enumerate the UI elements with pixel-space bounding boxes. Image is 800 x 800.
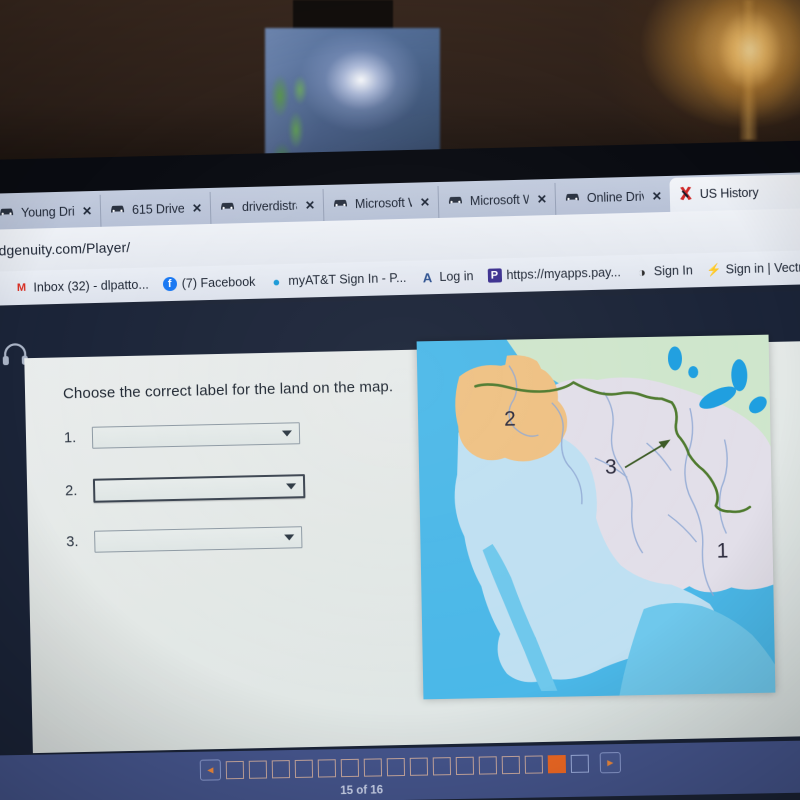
dropdown-row-2: 2. — [65, 474, 306, 503]
bookmark-label: https://myapps.pay... — [506, 265, 622, 283]
progress-square-2[interactable] — [248, 759, 268, 779]
dropdown-number: 3. — [66, 534, 79, 551]
progress-square-4[interactable] — [294, 759, 314, 778]
dropdown-row-1: 1. — [63, 422, 301, 449]
progress-square-14[interactable] — [524, 754, 544, 774]
globe-icon: ◑ — [637, 264, 646, 280]
map-label-2: 2 — [503, 407, 517, 431]
dropdown-row-3: 3. — [66, 526, 303, 553]
car-icon — [447, 194, 464, 208]
next-button[interactable]: ▶ — [599, 752, 622, 774]
atlassian-icon: A — [422, 269, 433, 285]
progress-square-1[interactable] — [225, 760, 245, 779]
map-image: 2 3 1 — [416, 334, 776, 700]
tab-close-icon[interactable]: ✕ — [537, 192, 547, 206]
bookmark-item-3[interactable]: ● myAT&T Sign In - P... — [269, 271, 406, 289]
bookmark-item-5[interactable]: P https://myapps.pay... — [487, 265, 622, 283]
label-dropdown-1[interactable] — [91, 422, 301, 449]
bookmark-item-6[interactable]: ◑ Sign In — [635, 263, 693, 279]
tab-label: 615 Driver's — [131, 201, 185, 218]
facebook-icon: f — [162, 276, 177, 292]
map-label-1: 1 — [716, 539, 729, 563]
bookmark-label: ... — [0, 281, 1, 295]
chevron-down-icon — [281, 430, 293, 437]
dropdown-number: 1. — [63, 430, 77, 447]
previous-button[interactable]: ◀ — [199, 759, 222, 781]
bookmark-item-2[interactable]: f (7) Facebook — [162, 274, 256, 292]
progress-square-11[interactable] — [455, 756, 475, 775]
map-svg — [416, 334, 776, 700]
car-icon — [564, 191, 581, 205]
screenshot-root: er's ✕ Young Drive ✕ 615 Driver's ✕ — [0, 0, 800, 800]
picture-frame-top — [293, 0, 393, 30]
dropdown-number: 2. — [65, 483, 78, 500]
tab-close-icon[interactable]: ✕ — [82, 204, 92, 218]
browser-tab-4[interactable]: Microsoft W ✕ — [322, 185, 439, 221]
progress-square-12[interactable] — [478, 755, 498, 775]
tab-label: Microsoft W — [354, 195, 413, 212]
bookmark-label: Inbox (32) - dlpatto... — [33, 277, 149, 295]
label-dropdown-3[interactable] — [94, 526, 303, 553]
gmail-icon: M — [16, 281, 27, 295]
tab-label: driverdistra — [241, 198, 298, 215]
bookmark-item-0[interactable]: ... — [0, 281, 1, 296]
tab-close-icon[interactable]: ✕ — [305, 198, 315, 212]
paychex-icon: P — [487, 268, 502, 283]
bookmark-item-7[interactable]: ⚡ Sign in | Vectren — [706, 260, 800, 277]
chevron-down-icon — [284, 534, 295, 541]
progress-square-16[interactable] — [570, 754, 589, 773]
progress-square-8[interactable] — [386, 757, 406, 776]
progress-square-3[interactable] — [271, 759, 291, 778]
tab-label: Microsoft W — [469, 192, 530, 209]
bookmark-item-4[interactable]: A Log in — [420, 269, 474, 285]
car-icon — [332, 197, 349, 211]
chevron-down-icon — [286, 483, 297, 490]
car-icon — [0, 206, 15, 220]
progress-steps: ◀ ▶ — [199, 752, 622, 781]
browser-tab-7-active[interactable]: US History — [669, 173, 800, 212]
browser-tab-1[interactable]: Young Drive ✕ — [0, 194, 101, 230]
page-counter: 15 of 16 — [340, 784, 384, 798]
progress-square-6[interactable] — [340, 758, 360, 777]
bookmark-label: Sign in | Vectren — [725, 260, 800, 277]
bookmark-label: (7) Facebook — [181, 274, 256, 291]
tab-label: Young Drive — [20, 204, 75, 220]
question-prompt: Choose the correct label for the land on… — [62, 378, 394, 403]
url-text: rn.edgenuity.com/Player/ — [0, 239, 131, 260]
tab-close-icon[interactable]: ✕ — [652, 189, 662, 203]
browser-tab-3[interactable]: driverdistra ✕ — [209, 189, 324, 224]
progress-square-13[interactable] — [501, 755, 521, 774]
tab-label: US History — [699, 185, 759, 202]
bookmark-label: myAT&T Sign In - P... — [288, 270, 407, 288]
car-icon — [109, 203, 126, 217]
browser-tab-5[interactable]: Microsoft W ✕ — [437, 182, 556, 218]
progress-square-10[interactable] — [432, 756, 452, 775]
label-dropdown-2[interactable] — [92, 474, 306, 503]
bookmark-label: Log in — [439, 269, 474, 284]
tab-close-icon[interactable]: ✕ — [192, 201, 202, 215]
bookmark-item-1[interactable]: M Inbox (32) - dlpatto... — [14, 278, 149, 296]
progress-square-5[interactable] — [317, 758, 337, 778]
red-x-logo-icon — [678, 185, 694, 204]
browser-tab-6[interactable]: Online Driv ✕ — [554, 179, 671, 215]
tab-label: Online Driv — [586, 189, 644, 206]
car-icon — [219, 200, 236, 214]
progress-square-7[interactable] — [363, 757, 383, 777]
tab-close-icon[interactable]: ✕ — [420, 195, 430, 209]
chevron-left-icon: ◀ — [207, 765, 214, 775]
map-label-3: 3 — [604, 455, 617, 479]
att-icon: ● — [272, 273, 281, 289]
vectren-icon: ⚡ — [706, 262, 722, 277]
progress-square-15-current[interactable] — [547, 754, 567, 773]
bookmark-label: Sign In — [653, 263, 693, 279]
progress-square-9[interactable] — [409, 757, 429, 776]
browser-tab-2[interactable]: 615 Driver's ✕ — [99, 191, 211, 227]
lamp-glow — [690, 0, 800, 140]
chevron-right-icon: ▶ — [607, 758, 614, 768]
